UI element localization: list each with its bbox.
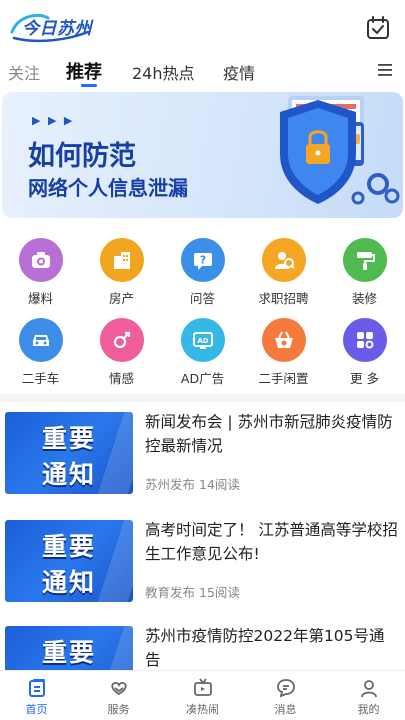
svg-text:?: ? bbox=[199, 254, 205, 267]
security-shield-illustration bbox=[280, 96, 400, 205]
news-meta: 苏州发布 14阅读 bbox=[145, 474, 240, 493]
grid-item-qa[interactable]: ? 问答 bbox=[162, 238, 243, 310]
active-tab-indicator bbox=[81, 84, 97, 87]
news-feed: 重要 通知 新闻发布会 | 苏州市新冠肺炎疫情防控最新情况 苏州发布 14阅读 … bbox=[0, 402, 405, 670]
thumbnail-text: 通知 bbox=[41, 568, 96, 597]
gender-icon bbox=[99, 318, 144, 362]
service-grid: 爆料 房产 ? 问答 求职招聘 装修 二手车 情感 AD AD广告 二手闲置 更… bbox=[0, 232, 405, 392]
ad-icon: AD bbox=[180, 318, 225, 362]
logo-text: 今日苏州 bbox=[22, 19, 92, 39]
grid-item-second-hand[interactable]: 二手闲置 bbox=[243, 318, 324, 390]
question-icon: ? bbox=[180, 238, 225, 282]
channel-tabs: 关注 推荐 24h热点 疫情 bbox=[0, 54, 405, 90]
thumbnail-text: 重要 bbox=[41, 532, 96, 561]
news-reads: 15阅读 bbox=[199, 585, 240, 600]
carousel-dots bbox=[190, 210, 220, 214]
more-grid-icon bbox=[342, 318, 387, 362]
news-item[interactable]: 重要 通知 高考时间定了！ 江苏普通高等学校招生工作意见公布! 教育发布 15阅… bbox=[0, 512, 405, 620]
nav-label: 凑热闹 bbox=[186, 703, 219, 716]
grid-label: 爆料 bbox=[27, 291, 53, 306]
calendar-check-icon[interactable] bbox=[365, 15, 391, 41]
grid-item-emotion[interactable]: 情感 bbox=[81, 318, 162, 390]
bottom-nav: 首页 服务 凑热闹 消息 我的 bbox=[0, 670, 405, 720]
news-reads: 14阅读 bbox=[199, 477, 240, 492]
grid-label: AD广告 bbox=[180, 371, 225, 386]
promo-banner[interactable]: ▶ ▶ ▶ 如何防范 网络个人信息泄漏 bbox=[2, 92, 403, 218]
nav-profile[interactable]: 我的 bbox=[328, 677, 405, 717]
tab-recommend[interactable]: 推荐 bbox=[66, 58, 102, 84]
basket-icon bbox=[261, 318, 306, 362]
grid-item-jobs[interactable]: 求职招聘 bbox=[243, 238, 324, 310]
car-icon bbox=[18, 318, 63, 362]
thumbnail-text: 通知 bbox=[41, 460, 96, 489]
paint-roller-icon bbox=[342, 238, 387, 282]
building-icon bbox=[99, 238, 144, 282]
thumbnail-text: 重要 bbox=[41, 638, 96, 667]
nav-label: 服务 bbox=[107, 703, 130, 716]
camera-icon bbox=[18, 238, 63, 282]
banner-title: 如何防范 bbox=[28, 141, 136, 172]
app-header: 今日苏州 bbox=[0, 0, 405, 52]
grid-label: 房产 bbox=[108, 291, 134, 306]
grid-label: 装修 bbox=[351, 291, 377, 306]
hamburger-menu-icon[interactable] bbox=[377, 63, 393, 77]
grid-item-report[interactable]: 爆料 bbox=[0, 238, 81, 310]
user-icon bbox=[360, 680, 377, 698]
news-title: 新闻发布会 | 苏州市新冠肺炎疫情防控最新情况 bbox=[145, 413, 393, 455]
news-item[interactable]: 重要 通知 新闻发布会 | 苏州市新冠肺炎疫情防控最新情况 苏州发布 14阅读 bbox=[0, 404, 405, 512]
news-meta: 教育发布 15阅读 bbox=[145, 582, 240, 601]
thumbnail-text: 重要 bbox=[41, 424, 96, 453]
grid-label: 二手闲置 bbox=[258, 371, 309, 386]
nav-service[interactable]: 服务 bbox=[78, 677, 159, 717]
news-thumbnail: 重要 通知 bbox=[5, 520, 133, 602]
nav-label: 消息 bbox=[274, 703, 297, 716]
grid-item-property[interactable]: 房产 bbox=[81, 238, 162, 310]
tab-follow[interactable]: 关注 bbox=[8, 60, 40, 84]
news-thumbnail: 重要 通知 bbox=[5, 626, 133, 670]
news-source: 苏州发布 bbox=[145, 477, 196, 492]
home-icon bbox=[28, 679, 45, 697]
grid-label: 二手车 bbox=[21, 371, 60, 386]
chat-icon bbox=[276, 679, 295, 698]
job-icon bbox=[261, 238, 306, 282]
news-title: 苏州市疫情防控2022年第105号通告 bbox=[145, 627, 385, 669]
banner-arrows: ▶ ▶ ▶ bbox=[32, 114, 75, 127]
tv-icon bbox=[193, 678, 212, 696]
svg-text:AD: AD bbox=[197, 337, 208, 345]
section-divider bbox=[0, 394, 405, 402]
news-source: 教育发布 bbox=[145, 585, 196, 600]
app-logo: 今日苏州 bbox=[8, 10, 92, 44]
grid-label: 更 多 bbox=[350, 371, 379, 386]
grid-label: 问答 bbox=[189, 291, 215, 306]
grid-label: 求职招聘 bbox=[258, 291, 309, 306]
grid-item-used-car[interactable]: 二手车 bbox=[0, 318, 81, 390]
news-item[interactable]: 重要 通知 苏州市疫情防控2022年第105号通告 bbox=[0, 618, 405, 670]
tab-epidemic[interactable]: 疫情 bbox=[223, 60, 255, 84]
heart-hands-icon bbox=[110, 682, 127, 696]
nav-messages[interactable]: 消息 bbox=[245, 677, 326, 717]
nav-label: 我的 bbox=[357, 703, 380, 716]
nav-fun[interactable]: 凑热闹 bbox=[162, 677, 243, 717]
grid-label: 情感 bbox=[108, 371, 134, 386]
nav-label: 首页 bbox=[25, 703, 48, 716]
grid-item-ad[interactable]: AD AD广告 bbox=[162, 318, 243, 390]
news-thumbnail: 重要 通知 bbox=[5, 412, 133, 494]
grid-item-decoration[interactable]: 装修 bbox=[324, 238, 405, 310]
nav-home[interactable]: 首页 bbox=[0, 677, 77, 717]
tab-24h-hot[interactable]: 24h热点 bbox=[132, 60, 195, 84]
grid-item-more[interactable]: 更 多 bbox=[324, 318, 405, 390]
banner-subtitle: 网络个人信息泄漏 bbox=[28, 176, 188, 200]
news-title: 高考时间定了！ 江苏普通高等学校招生工作意见公布! bbox=[145, 521, 398, 563]
